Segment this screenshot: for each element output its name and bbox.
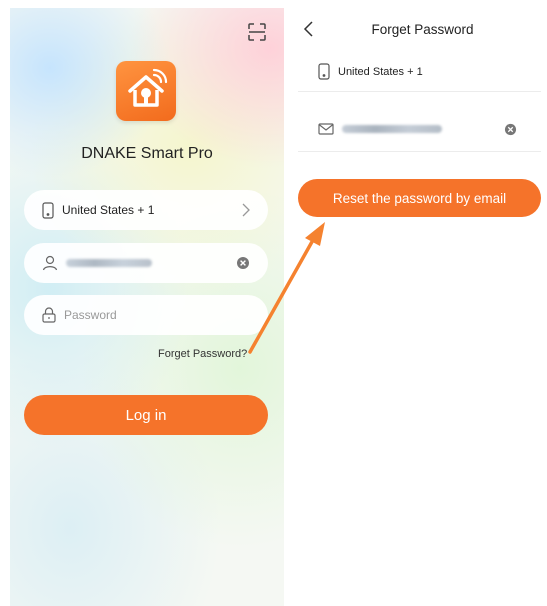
region-row[interactable]: United States + 1 [298,52,541,92]
clear-icon[interactable] [236,256,250,270]
login-screen: DNAKE Smart Pro United States + 1 Passwo… [10,8,284,606]
login-button[interactable]: Log in [24,395,268,435]
mail-icon [318,122,334,135]
forget-password-screen: Forget Password United States + 1 Reset … [298,8,547,606]
lock-icon [42,307,56,323]
forget-password-link[interactable]: Forget Password? [158,348,247,360]
scan-icon[interactable] [247,22,267,42]
reset-password-button[interactable]: Reset the password by email [298,179,541,217]
clear-icon[interactable] [504,123,517,136]
email-field[interactable] [298,106,541,152]
password-placeholder: Password [64,308,117,322]
region-label: United States + 1 [62,203,155,217]
region-label: United States + 1 [338,65,423,78]
password-field[interactable]: Password [24,295,268,335]
page-title: Forget Password [371,22,474,37]
app-logo [116,61,176,121]
user-icon [42,255,58,271]
phone-icon [42,201,54,219]
email-value-blurred [342,124,442,133]
region-selector[interactable]: United States + 1 [24,190,268,230]
app-name: DNAKE Smart Pro [81,145,213,162]
username-field[interactable] [24,243,268,283]
phone-icon [318,63,330,80]
username-value-blurred [66,259,152,267]
chevron-right-icon [242,203,250,217]
